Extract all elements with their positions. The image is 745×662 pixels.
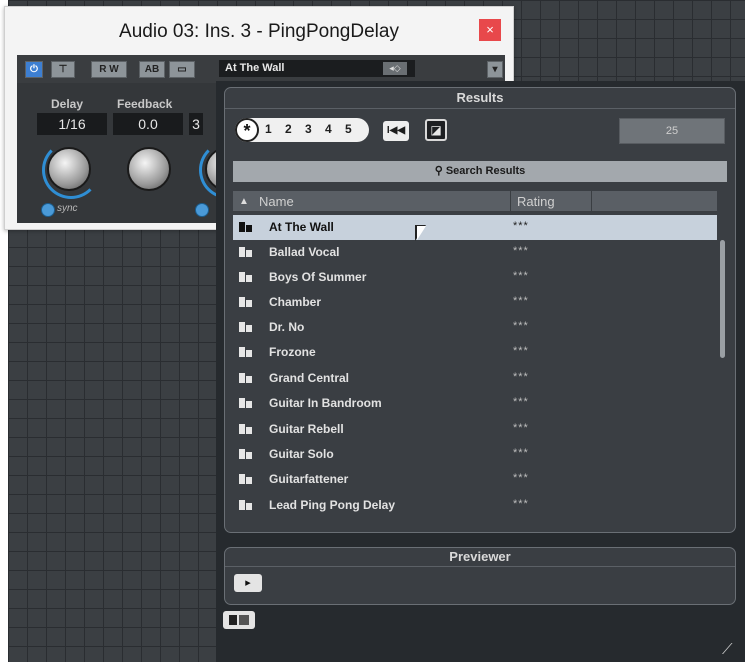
layout-icon[interactable] [223, 611, 255, 629]
window-button[interactable]: ▭ [169, 61, 195, 78]
mouse-cursor-icon [417, 226, 426, 240]
row-name: Guitar In Bandroom [269, 396, 382, 410]
search-icon: ⚲ [434, 165, 446, 177]
table-row[interactable]: Ballad Vocal *** [233, 240, 717, 265]
search-results-label: Search Results [445, 165, 526, 177]
rating-filter-1[interactable]: 1 [265, 122, 272, 136]
feedback-label: Feedback [117, 97, 173, 111]
preset-icon [239, 474, 252, 484]
feedback-knob[interactable] [127, 147, 171, 191]
row-name: Ballad Vocal [269, 245, 340, 259]
row-name: Frozone [269, 345, 316, 359]
delay-value[interactable]: 1/16 [37, 113, 107, 135]
row-rating: *** [513, 220, 529, 232]
column-rating[interactable]: Rating [517, 194, 555, 209]
column-divider[interactable] [510, 191, 511, 211]
preset-menu-icon[interactable]: ◂◇ [383, 62, 407, 75]
previewer-header: Previewer [225, 548, 735, 567]
column-divider[interactable] [591, 191, 592, 211]
row-rating: *** [513, 472, 529, 484]
preset-icon [239, 500, 252, 510]
sync-label: sync [57, 203, 78, 214]
read-write-button[interactable]: R W [91, 61, 127, 78]
feedback-value[interactable]: 0.0 [113, 113, 183, 135]
preset-icon [239, 322, 252, 332]
results-scrollbar[interactable] [720, 240, 725, 358]
row-rating: *** [513, 447, 529, 459]
sync-selection-icon[interactable]: ◪ [425, 119, 447, 141]
table-row[interactable]: Frozone *** [233, 340, 717, 365]
search-results-bar[interactable]: ⚲ Search Results [233, 161, 727, 182]
row-rating: *** [513, 396, 529, 408]
result-count: 25 [619, 118, 725, 144]
table-row[interactable]: Guitar Rebell *** [233, 417, 717, 442]
close-button[interactable]: × [479, 19, 501, 41]
row-name: Boys Of Summer [269, 270, 367, 284]
preset-icon [239, 222, 252, 232]
delay-knob[interactable] [47, 147, 91, 191]
results-header: Results [225, 88, 735, 109]
row-name: Guitarfattener [269, 472, 349, 486]
table-row[interactable]: Grand Central *** [233, 366, 717, 391]
plugin-menu-icon[interactable]: ▾ [487, 61, 503, 78]
power-icon[interactable]: ⏻ [25, 61, 43, 78]
row-name: Dr. No [269, 320, 305, 334]
table-row[interactable]: Chamber *** [233, 290, 717, 315]
rating-filter-2[interactable]: 2 [285, 122, 292, 136]
preset-icon [239, 424, 252, 434]
preset-icon [239, 398, 252, 408]
play-icon[interactable]: ▸ [234, 574, 262, 592]
column-name[interactable]: Name [259, 194, 294, 209]
previewer-section: Previewer ▸ [224, 547, 736, 605]
row-rating: *** [513, 422, 529, 434]
table-row[interactable]: Boys Of Summer *** [233, 265, 717, 290]
row-rating: *** [513, 371, 529, 383]
ab-compare-button[interactable]: AB [139, 61, 165, 78]
row-rating: *** [513, 498, 529, 510]
delay-label: Delay [51, 97, 84, 111]
preset-icon [239, 247, 252, 257]
row-name: Guitar Rebell [269, 422, 344, 436]
preset-icon [239, 347, 252, 357]
results-section: Results * 1 2 3 4 5 I◀◀ ◪ 25 ⚲ Search Re… [224, 87, 736, 533]
row-name: Chamber [269, 295, 322, 309]
sync-button[interactable] [41, 203, 55, 217]
reset-filter-button[interactable]: I◀◀ [383, 121, 409, 141]
row-rating: *** [513, 345, 529, 357]
table-row[interactable]: Guitarfattener *** [233, 467, 717, 492]
rating-filter-3[interactable]: 3 [305, 122, 312, 136]
row-name: Guitar Solo [269, 447, 334, 461]
table-row[interactable]: Lead Ping Pong Delay *** [233, 493, 717, 518]
preset-icon [239, 373, 252, 383]
table-row[interactable]: At The Wall *** [233, 215, 717, 240]
results-list: At The Wall *** Ballad Vocal *** Boys Of… [233, 215, 717, 520]
preset-icon [239, 297, 252, 307]
third-param-value[interactable]: 3 [189, 113, 203, 135]
table-row[interactable]: Guitar Solo *** [233, 442, 717, 467]
third-param-button[interactable] [195, 203, 209, 217]
star-icon[interactable]: * [235, 118, 259, 142]
table-header: ▲ Name Rating [233, 191, 717, 212]
row-rating: *** [513, 320, 529, 332]
table-row[interactable]: Dr. No *** [233, 315, 717, 340]
row-name: Lead Ping Pong Delay [269, 498, 396, 512]
rating-filter[interactable]: * 1 2 3 4 5 [235, 118, 369, 142]
plugin-window-title: Audio 03: Ins. 3 - PingPongDelay [119, 21, 399, 42]
rating-filter-5[interactable]: 5 [345, 122, 352, 136]
resize-grip-icon[interactable]: ⟋ [722, 641, 733, 658]
row-rating: *** [513, 245, 529, 257]
rating-filter-4[interactable]: 4 [325, 122, 332, 136]
preset-icon [239, 449, 252, 459]
row-name: Grand Central [269, 371, 350, 385]
table-row[interactable]: Guitar In Bandroom *** [233, 391, 717, 416]
plugin-toolbar: ⏻ ⊤ R W AB ▭ At The Wall ◂◇ ▾ [17, 55, 505, 83]
row-name: At The Wall [269, 220, 334, 234]
row-rating: *** [513, 270, 529, 282]
bypass-button[interactable]: ⊤ [51, 61, 75, 78]
sort-ascending-icon[interactable]: ▲ [239, 196, 249, 207]
row-rating: *** [513, 295, 529, 307]
preset-icon [239, 272, 252, 282]
